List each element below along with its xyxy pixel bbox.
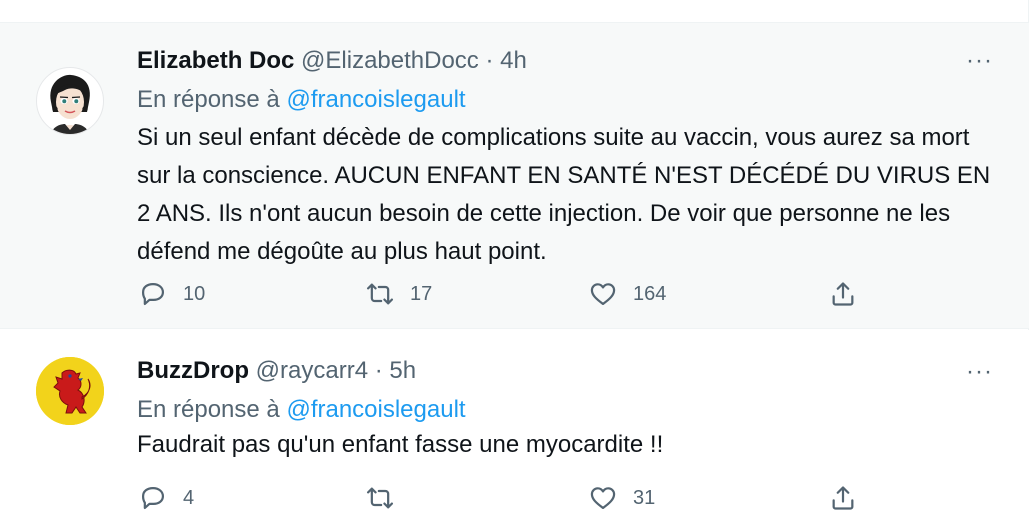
separator-dot: · <box>374 357 383 384</box>
reply-icon <box>141 486 165 510</box>
retweet-count: 17 <box>410 282 433 305</box>
reply-context: En réponse à @francoislegault <box>137 86 466 114</box>
reply-context: En réponse à @francoislegault <box>137 396 466 424</box>
tweet-text: Si un seul enfant décède de complication… <box>137 124 991 265</box>
reply-prefix: En réponse à <box>137 396 280 423</box>
reply-count: 4 <box>183 486 195 509</box>
more-options-icon[interactable]: ··· <box>966 49 993 73</box>
retweet-button[interactable] <box>366 480 410 516</box>
timestamp[interactable]: 4h <box>500 47 527 74</box>
retweet-icon <box>366 283 394 305</box>
tweet-actions: 4 31 <box>0 480 1029 516</box>
like-count: 31 <box>633 486 656 509</box>
tweet-text: Faudrait pas qu'un enfant fasse une myoc… <box>137 431 664 458</box>
previous-tweet-edge <box>0 0 1029 23</box>
like-count: 164 <box>633 282 667 305</box>
tweet-header: BuzzDrop @raycarr4 · 5h <box>137 357 416 385</box>
reply-count: 10 <box>183 282 206 305</box>
reply-prefix: En réponse à <box>137 86 280 113</box>
timeline: Elizabeth Doc @ElizabethDocc · 4h ··· En… <box>0 0 1029 516</box>
red-lion-rampant-avatar-icon <box>36 357 104 425</box>
timestamp[interactable]: 5h <box>389 357 416 384</box>
display-name[interactable]: Elizabeth Doc <box>137 47 294 74</box>
share-icon <box>832 282 854 306</box>
like-button[interactable]: 164 <box>589 276 666 312</box>
user-handle[interactable]: @ElizabethDocc <box>301 47 479 74</box>
heart-icon <box>590 283 616 306</box>
reply-mention-link[interactable]: @francoislegault <box>286 396 465 423</box>
reply-mention-link[interactable]: @francoislegault <box>286 86 465 113</box>
tweet-header: Elizabeth Doc @ElizabethDocc · 4h <box>137 47 527 75</box>
share-button[interactable] <box>829 480 857 516</box>
retweet-button[interactable]: 17 <box>366 276 432 312</box>
share-button[interactable] <box>829 276 857 312</box>
reply-button[interactable]: 4 <box>139 480 194 516</box>
user-handle[interactable]: @raycarr4 <box>256 357 368 384</box>
retweet-icon <box>366 487 394 509</box>
reply-button[interactable]: 10 <box>139 276 205 312</box>
more-options-icon[interactable]: ··· <box>966 360 993 384</box>
cartoon-woman-avatar-icon <box>50 74 90 134</box>
tweet[interactable]: Elizabeth Doc @ElizabethDocc · 4h ··· En… <box>0 23 1029 329</box>
tweet[interactable]: BuzzDrop @raycarr4 · 5h ··· En réponse à… <box>0 330 1029 516</box>
separator-dot: · <box>485 47 494 74</box>
reply-icon <box>141 282 165 306</box>
like-button[interactable]: 31 <box>589 480 655 516</box>
avatar[interactable] <box>36 67 104 135</box>
share-icon <box>832 486 854 510</box>
display-name[interactable]: BuzzDrop <box>137 357 249 384</box>
tweet-actions: 10 17 164 <box>0 276 1029 312</box>
avatar[interactable] <box>36 357 104 425</box>
heart-icon <box>590 487 616 510</box>
